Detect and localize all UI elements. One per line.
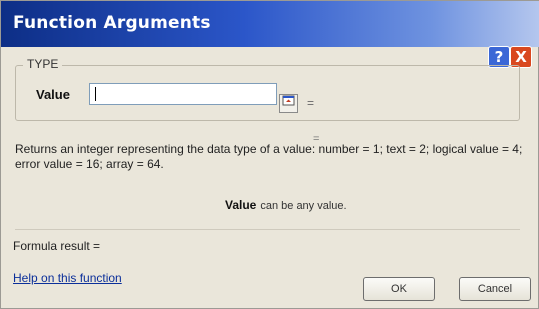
argument-text: can be any value. (260, 200, 347, 212)
collapse-dialog-icon[interactable] (279, 94, 298, 113)
formula-result: Formula result = (13, 239, 101, 253)
dialog-title: Function Arguments (13, 13, 211, 33)
value-equals-sign: = (307, 96, 315, 110)
cancel-button[interactable]: Cancel (459, 277, 531, 301)
argument-name: Value (225, 198, 257, 212)
value-input[interactable] (89, 83, 277, 105)
ok-button[interactable]: OK (363, 277, 435, 301)
argument-description: Value can be any value. (225, 198, 347, 212)
function-name: TYPE (23, 57, 63, 71)
divider (15, 229, 520, 230)
function-description: Returns an integer representing the data… (15, 142, 523, 171)
text-cursor (95, 87, 96, 101)
function-arguments-dialog: Function Arguments ? X TYPE Value = = Re… (0, 0, 539, 309)
value-label: Value (36, 87, 70, 102)
help-link[interactable]: Help on this function (13, 271, 122, 285)
title-bar[interactable]: Function Arguments (1, 1, 539, 47)
